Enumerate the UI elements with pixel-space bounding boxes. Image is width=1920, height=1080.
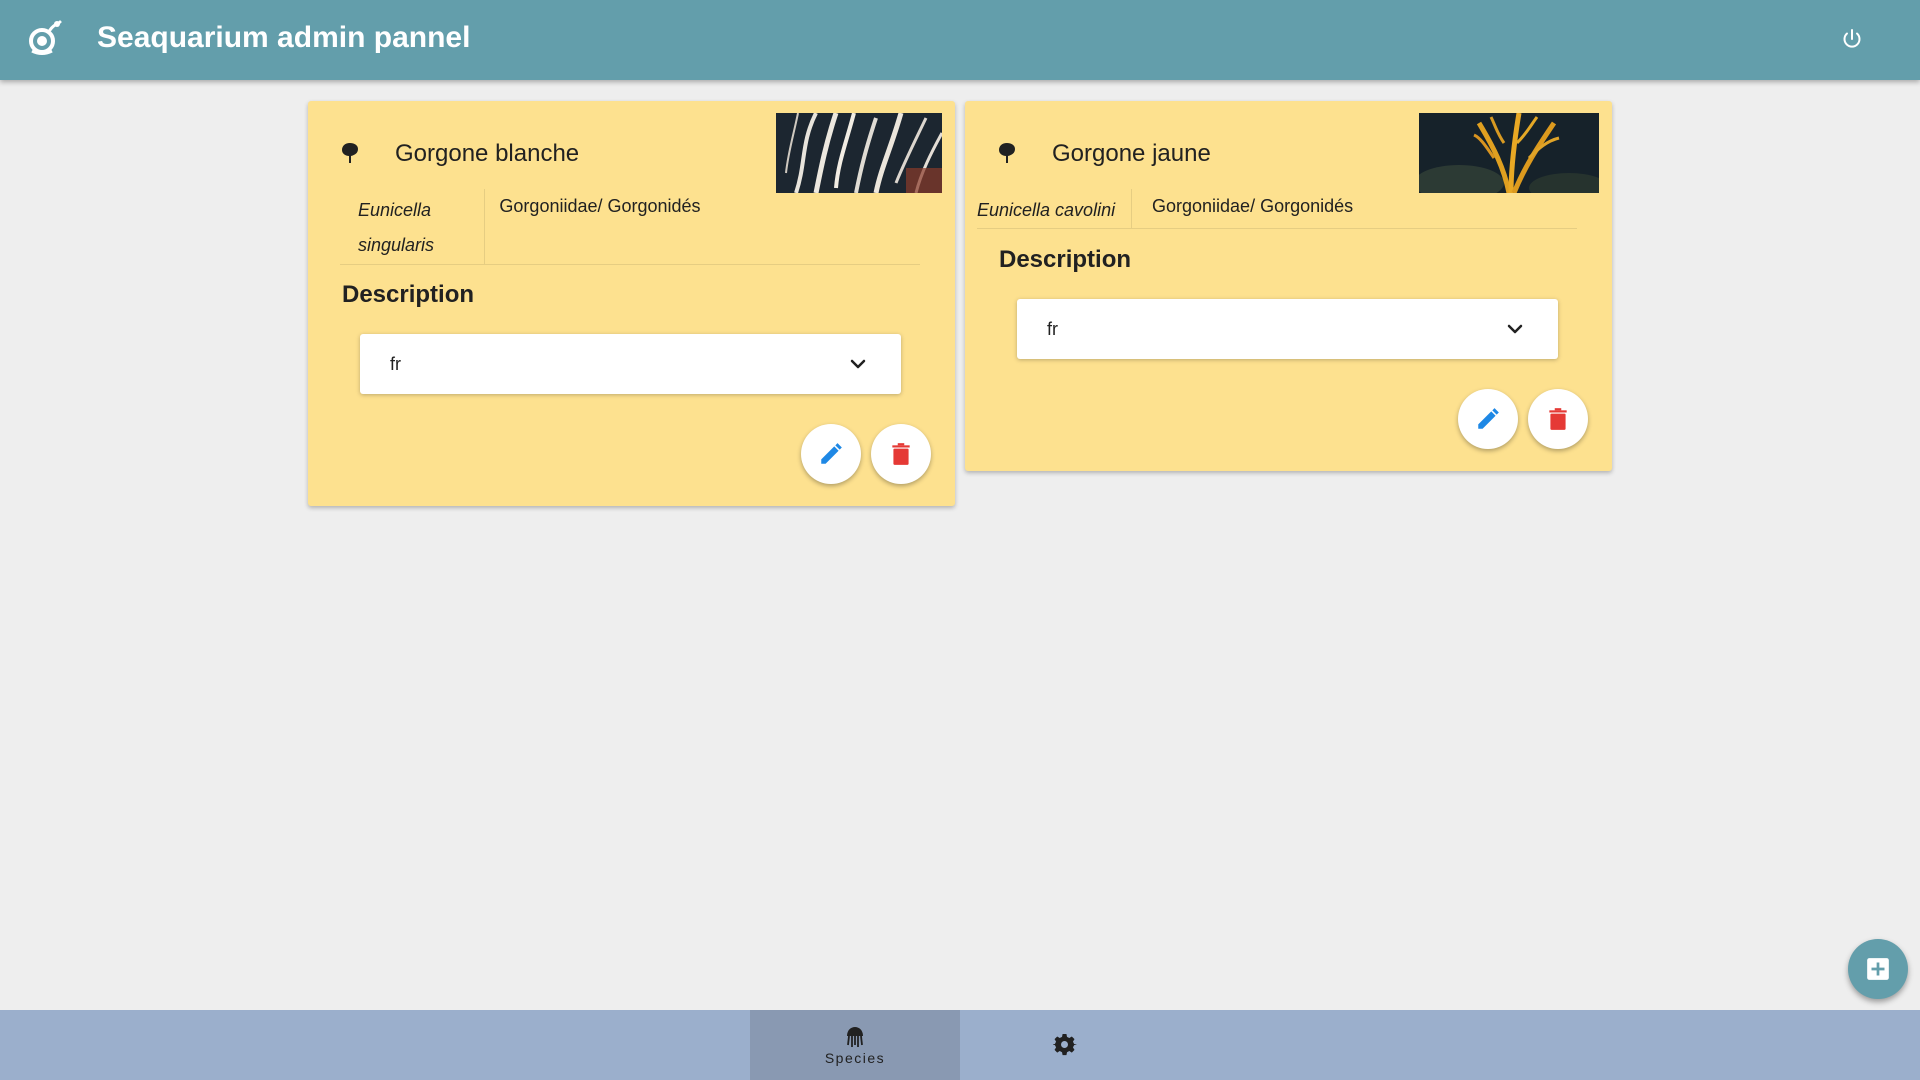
species-photo (1419, 113, 1599, 193)
language-select[interactable]: fr (360, 334, 901, 394)
chevron-down-icon (849, 355, 867, 373)
seaquarium-logo-icon (24, 18, 64, 58)
species-photo (776, 113, 942, 193)
taxonomy-row: Eunicella singularis Gorgoniidae/ Gorgon… (340, 189, 920, 265)
tab-settings[interactable] (960, 1010, 1170, 1080)
language-select[interactable]: fr (1017, 299, 1558, 359)
family-name: Gorgoniidae/ Gorgonidés (1152, 196, 1354, 216)
edit-button[interactable] (801, 424, 861, 484)
app-header: Seaquarium admin pannel (0, 0, 1920, 80)
power-icon (1840, 28, 1864, 54)
species-card: Gorgone jaune Eunicella cavolini Gorgoni… (965, 101, 1612, 471)
language-select-value: fr (1047, 319, 1058, 339)
bottom-nav: Species (0, 1010, 1920, 1080)
add-species-button[interactable] (1848, 939, 1908, 999)
family-name: Gorgoniidae/ Gorgonidés (499, 196, 701, 216)
add-box-icon (1848, 956, 1908, 982)
delete-button[interactable] (1528, 389, 1588, 449)
scientific-name: Eunicella cavolini (977, 189, 1132, 228)
coral-icon (995, 141, 1019, 165)
description-heading: Description (342, 281, 475, 308)
species-name: Gorgone jaune (1052, 140, 1211, 167)
pencil-icon (1458, 406, 1518, 432)
chevron-down-icon (1506, 320, 1524, 338)
pencil-icon (801, 441, 861, 467)
taxonomy-row: Eunicella cavolini Gorgoniidae/ Gorgonid… (977, 189, 1577, 229)
scientific-name: Eunicella singularis (340, 189, 485, 264)
delete-button[interactable] (871, 424, 931, 484)
coral-icon (338, 141, 362, 165)
logout-button[interactable] (1830, 20, 1874, 60)
tab-species[interactable]: Species (750, 1010, 960, 1080)
trash-icon (1528, 406, 1588, 432)
edit-button[interactable] (1458, 389, 1518, 449)
description-heading: Description (999, 246, 1132, 273)
species-name: Gorgone blanche (395, 140, 580, 167)
tab-species-label: Species (824, 1050, 886, 1066)
page-title: Seaquarium admin pannel (97, 21, 471, 54)
jellyfish-icon (843, 1025, 867, 1049)
trash-icon (871, 441, 931, 467)
language-select-value: fr (390, 354, 401, 374)
gear-icon (1052, 1033, 1077, 1057)
species-card: Gorgone blanche Eunicella singularis Gor… (308, 101, 955, 506)
